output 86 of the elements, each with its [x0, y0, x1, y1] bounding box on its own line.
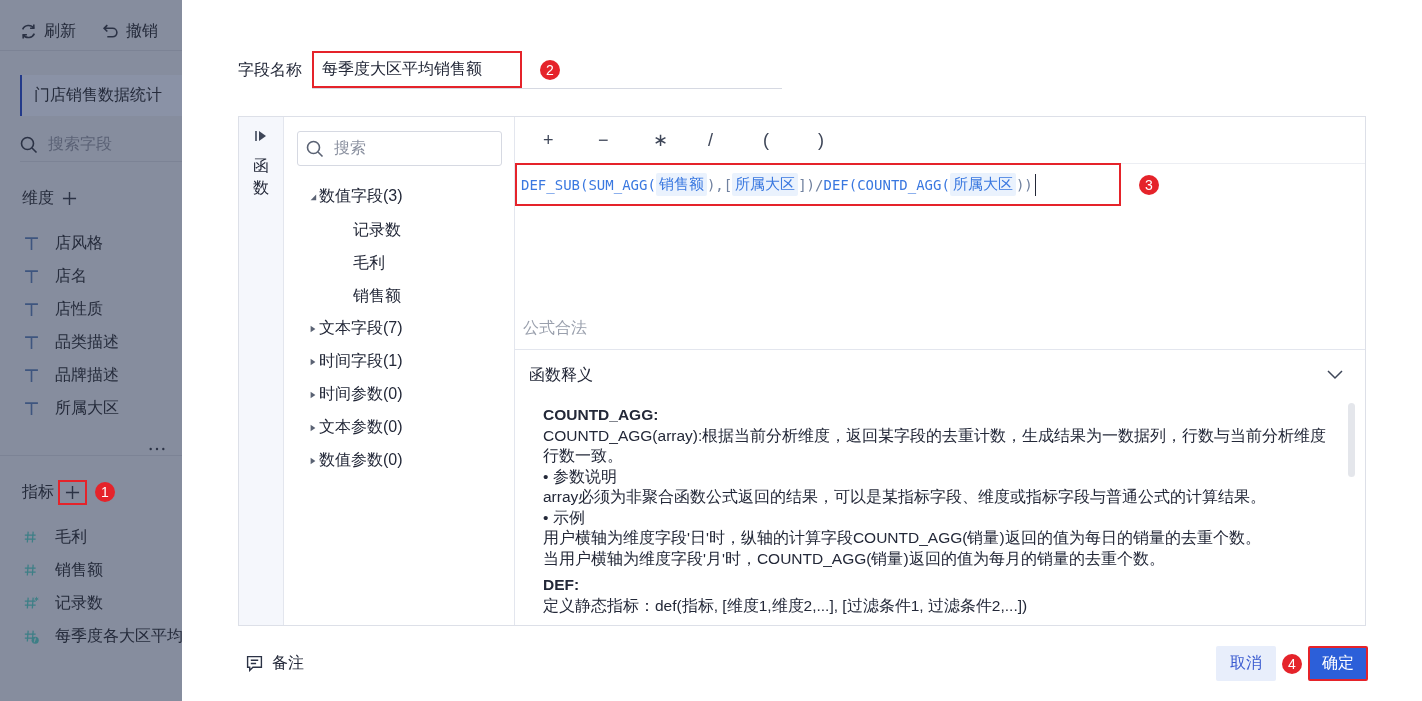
description-text: COUNTD_AGG(array):根据当前分析维度，返回某字段的去重计数，生成结果为一数据列，行数与当前分析维度行数一致。 — [543, 425, 1328, 466]
tree-folder[interactable]: 文本参数(0) — [319, 417, 403, 438]
formula-token: ])/ — [798, 176, 824, 193]
comment-icon — [246, 655, 263, 672]
dimension-item[interactable]: 店性质 — [55, 299, 103, 320]
function-token: COUNTD_AGG( — [857, 176, 950, 193]
tree-folder[interactable]: 数值参数(0) — [319, 450, 403, 471]
description-text: 当用户横轴为维度字段'月'时，COUNTD_AGG(销量)返回的值为每月的销量的去重个数。 — [543, 548, 1166, 569]
text-type-icon — [24, 236, 39, 251]
description-text: 用户横轴为维度字段'日'时，纵轴的计算字段COUNTD_AGG(销量)返回的值为每日的销量的去重个数。 — [543, 528, 1262, 548]
text-type-icon — [24, 368, 39, 383]
formula-token: )) — [1015, 176, 1033, 193]
dimension-item[interactable]: 店风格 — [55, 233, 103, 254]
caret-icon[interactable] — [309, 356, 317, 367]
tree-item[interactable]: 毛利 — [297, 246, 385, 279]
function-token: DEF_SUB( — [521, 176, 589, 193]
caret-icon[interactable] — [309, 389, 317, 400]
field-chip: 所属大区 — [949, 173, 1016, 196]
dialog-button[interactable]: 确定 — [1308, 646, 1368, 681]
note-button[interactable]: 备注 — [238, 653, 304, 674]
function-token: SUM_AGG( — [588, 176, 656, 193]
measure-item[interactable]: 毛利 — [55, 527, 87, 548]
operator-button[interactable]: ) — [818, 129, 873, 151]
section-title: 维度 — [22, 187, 54, 208]
tree-item[interactable]: 记录数 — [297, 213, 401, 246]
function-name: DEF: — [543, 575, 581, 595]
measure-item[interactable]: 记录数 — [55, 593, 103, 614]
toolbar-button[interactable]: 刷新 — [20, 12, 76, 50]
step-badge: 4 — [1282, 653, 1302, 674]
scrollbar[interactable] — [1348, 403, 1355, 477]
formula-editor[interactable]: DEF_SUB(SUM_AGG( 销售额 ),[ 所属大区 ])/DEF(COUNTD_AGG( 所属大区 )) — [515, 163, 1121, 206]
text-type-icon — [24, 302, 39, 317]
toolbar-button[interactable]: 撤销 — [102, 12, 158, 50]
text-type-icon — [24, 401, 39, 416]
more-icon[interactable] — [148, 446, 166, 452]
caret-icon[interactable] — [309, 422, 317, 433]
dimension-item[interactable]: 品牌描述 — [55, 365, 119, 386]
step-badge: 3 — [1139, 175, 1159, 195]
dialog-button[interactable]: 取消 — [1216, 646, 1276, 681]
undo-icon — [102, 22, 119, 40]
functions-tab[interactable]: 函数 — [253, 155, 269, 200]
operator-button[interactable]: ∗ — [653, 129, 708, 151]
step-badge: 1 — [95, 482, 115, 502]
tree-item[interactable]: 销售额 — [297, 279, 401, 312]
operator-button[interactable]: + — [543, 129, 598, 151]
chevron-icon[interactable] — [1327, 370, 1343, 380]
dimension-item[interactable]: 所属大区 — [55, 398, 119, 419]
text-type-icon — [24, 269, 39, 284]
description-text: • 示例 — [543, 507, 586, 528]
description-text: 定义静态指标：def(指标, [维度1,维度2,...], [过滤条件1, 过滤条件2,...]) — [543, 595, 1029, 616]
tree-folder[interactable]: 文本字段(7) — [319, 318, 403, 339]
refresh-icon — [20, 22, 37, 40]
dimension-item[interactable]: 店名 — [55, 266, 87, 287]
step-badge: 2 — [540, 59, 560, 80]
section-title: 指标 — [22, 481, 54, 502]
description-text: array必须为非聚合函数公式返回的结果，可以是某指标字段、维度或指标字段与普通公式的计算结果。 — [543, 487, 1268, 507]
validation-status: 公式合法 — [522, 318, 588, 338]
dimension-item[interactable]: 品类描述 — [55, 332, 119, 353]
formula-token: ),[ — [706, 176, 733, 193]
text-type-icon — [24, 335, 39, 350]
search-icon — [306, 139, 324, 158]
operator-button[interactable]: − — [598, 129, 653, 151]
add-button[interactable] — [58, 479, 87, 505]
dataset-tab[interactable]: 门店销售数据统计 — [20, 75, 182, 116]
caret-icon[interactable] — [309, 323, 317, 334]
field-label: 字段名称 — [238, 59, 302, 80]
operator-button[interactable]: / — [708, 129, 763, 151]
measure-item[interactable]: 销售额 — [55, 560, 103, 581]
add-icon — [65, 484, 80, 500]
add-icon[interactable] — [62, 190, 77, 206]
measure-item[interactable]: 每季度各大区平均 — [55, 626, 183, 647]
tree-folder[interactable]: 时间参数(0) — [319, 384, 403, 405]
field-chip: 销售额 — [655, 173, 707, 196]
function-token: DEF( — [823, 176, 858, 193]
tree-folder[interactable]: 时间字段(1) — [319, 351, 403, 372]
field-chip: 所属大区 — [732, 173, 799, 196]
caret-icon[interactable] — [309, 455, 317, 466]
field-name-input[interactable]: 每季度大区平均销售额 — [312, 51, 522, 88]
text-cursor — [1034, 173, 1036, 196]
function-name: COUNTD_AGG: — [543, 405, 660, 425]
search-icon — [20, 135, 38, 154]
collapse-icon[interactable] — [254, 129, 268, 143]
operator-button[interactable]: ( — [763, 129, 818, 151]
tree-folder[interactable]: 数值字段(3) — [319, 186, 403, 207]
description-text: • 参数说明 — [543, 466, 618, 487]
section-title: 函数释义 — [529, 364, 593, 385]
